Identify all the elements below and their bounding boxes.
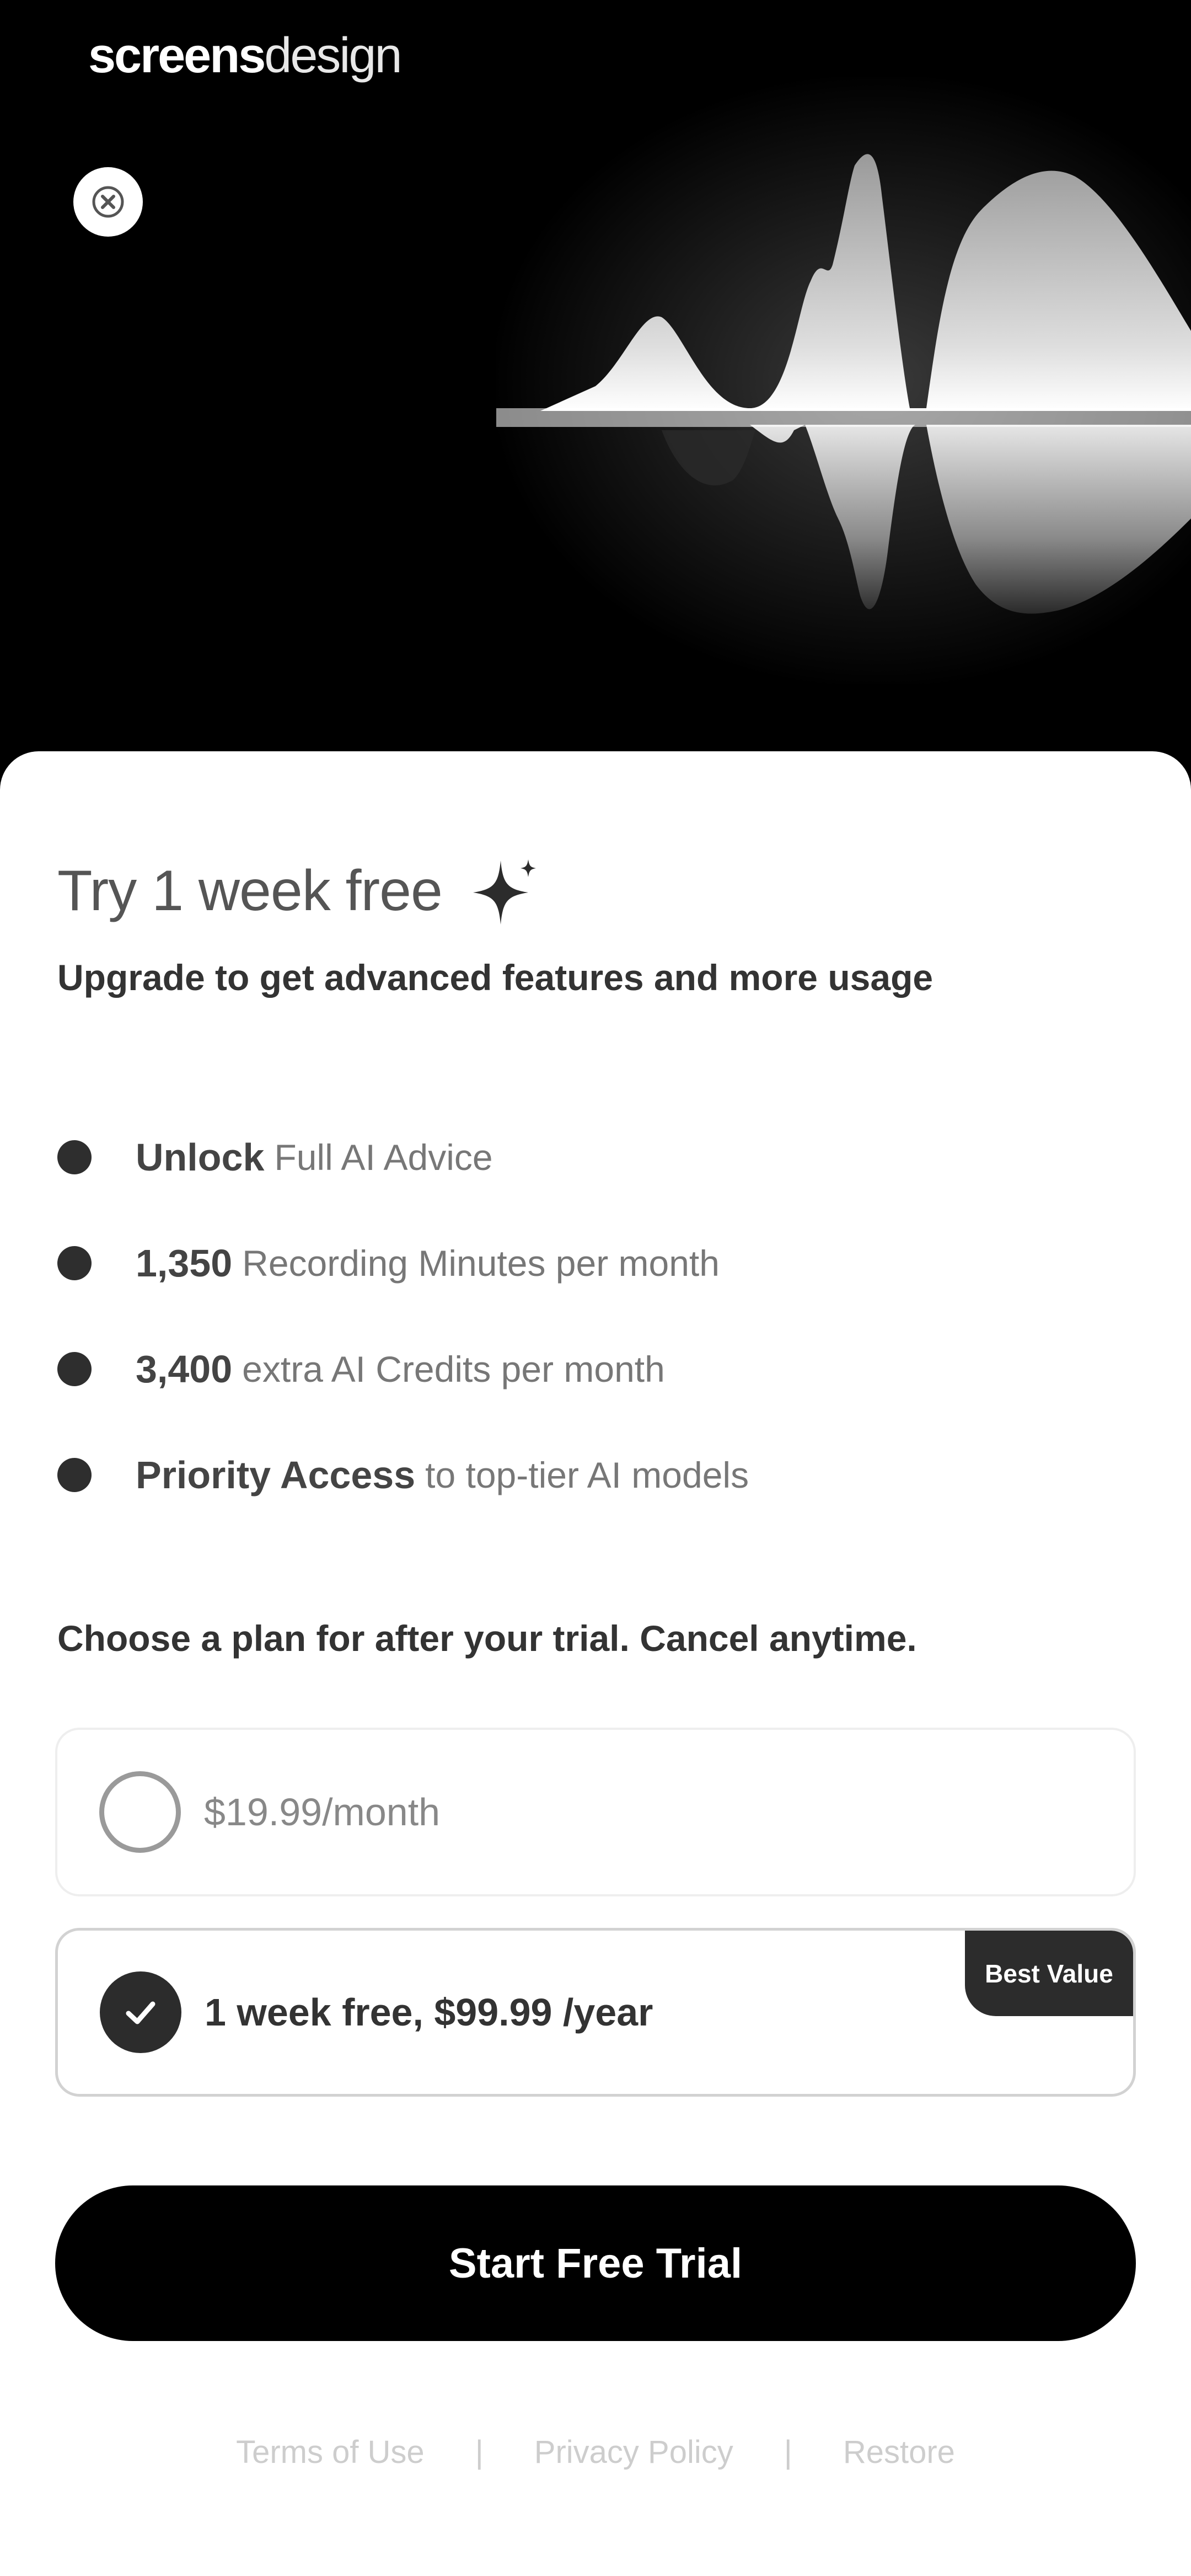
brand-logo-part-1: screens [88,28,266,83]
restore-link[interactable]: Restore [843,2434,955,2471]
waveform-dip [662,430,755,485]
feature-highlight: Unlock [136,1136,265,1179]
page-title: Try 1 week free [57,858,443,923]
plan-label: $19.99/month [204,1791,441,1834]
feature-highlight: 1,350 [136,1242,233,1285]
bullet-dot-icon [57,1140,92,1174]
brand-logo: screensdesign [88,28,403,84]
feature-item: 1,350 Recording Minutes per month [57,1210,1105,1316]
waveform-lower [579,425,1191,614]
footer-links: Terms of Use | Privacy Policy | Restore [0,2434,1191,2471]
footer-separator: | [475,2434,484,2470]
brand-logo-part-2: design [264,28,402,83]
feature-highlight: Priority Access [136,1453,416,1497]
waveform-upper [540,154,1191,411]
terms-of-use-link[interactable]: Terms of Use [236,2434,425,2471]
checkmark-icon [126,2001,155,2024]
radio-unchecked-icon[interactable] [99,1771,181,1853]
feature-description: Recording Minutes per month [242,1243,720,1284]
best-value-badge: Best Value [965,1931,1133,2016]
title-row: Try 1 week free [57,849,540,932]
feature-item: 3,400 extra AI Credits per month [57,1316,1105,1422]
waveform-graphic [496,154,1191,614]
bullet-dot-icon [57,1246,92,1280]
hero-section: screensdesign [0,0,1191,783]
close-button[interactable] [73,167,143,237]
plan-option-monthly[interactable]: $19.99/month [55,1728,1136,1896]
plan-heading: Choose a plan for after your trial. Canc… [57,1618,917,1659]
page-subtitle: Upgrade to get advanced features and mor… [57,957,934,998]
bullet-dot-icon [57,1352,92,1386]
plan-option-yearly[interactable]: 1 week free, $99.99 /year Best Value [55,1928,1136,2097]
feature-item: Priority Access to top-tier AI models [57,1422,1105,1528]
bullet-dot-icon [57,1458,92,1492]
paywall-screen: screensdesign Try 1 week free Upgrade to… [0,0,1191,2576]
waveform-baseline [496,408,1191,427]
radio-checked-icon[interactable] [100,1971,181,2053]
close-icon [92,186,124,218]
feature-item: Unlock Full AI Advice [57,1104,1105,1210]
feature-highlight: 3,400 [136,1348,233,1391]
subscription-sheet: Try 1 week free Upgrade to get advanced … [0,751,1191,2576]
sparkle-icon [473,859,536,924]
start-free-trial-button[interactable]: Start Free Trial [55,2185,1136,2341]
feature-description: extra AI Credits per month [242,1349,665,1389]
footer-separator: | [784,2434,792,2470]
privacy-policy-link[interactable]: Privacy Policy [534,2434,733,2471]
feature-list: Unlock Full AI Advice 1,350 Recording Mi… [57,1104,1105,1528]
plan-label: 1 week free, $99.99 /year [205,1991,653,2034]
feature-description: to top-tier AI models [425,1455,749,1495]
feature-description: Full AI Advice [274,1137,493,1178]
